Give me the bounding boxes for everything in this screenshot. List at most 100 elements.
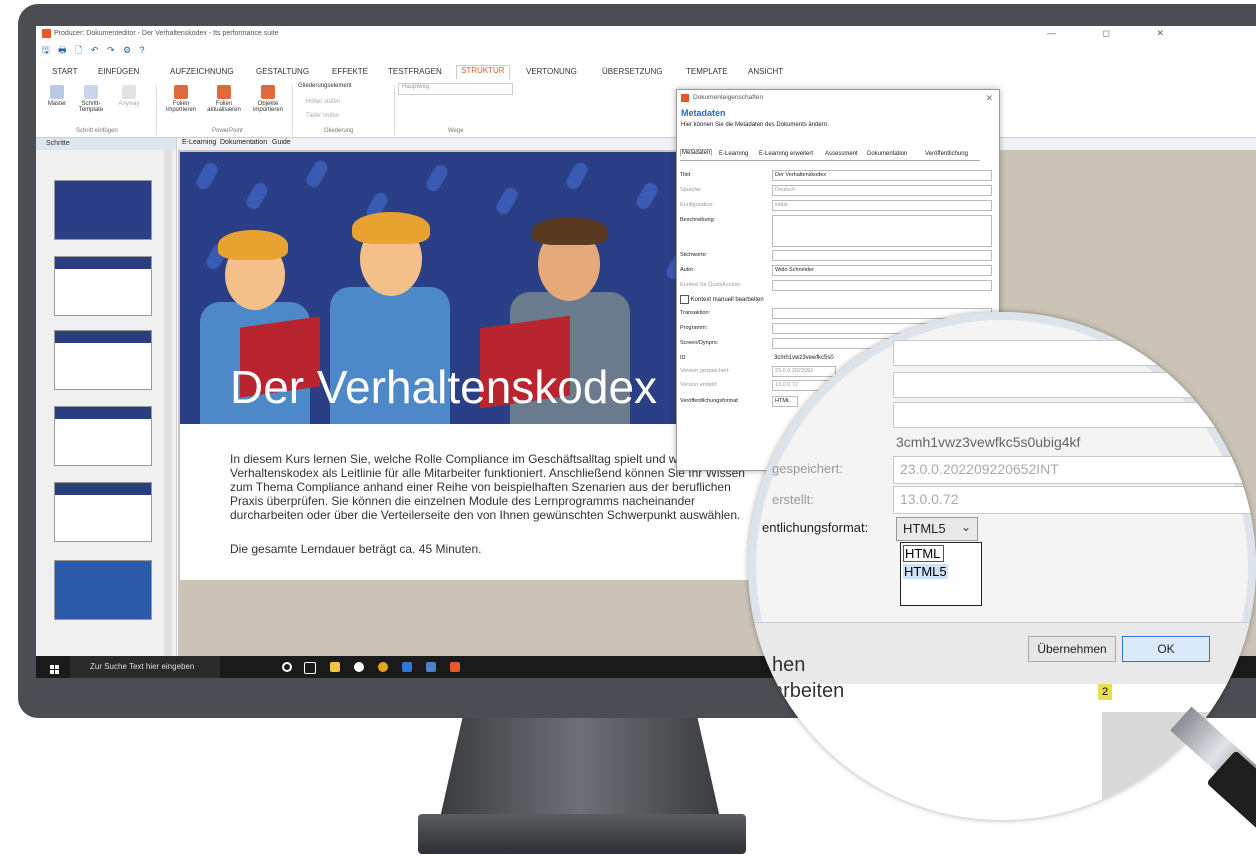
programm-label: Programm: xyxy=(680,325,708,331)
tab-effekte[interactable]: EFFEKTE xyxy=(332,67,368,76)
window-controls[interactable]: — ◻ ✕ xyxy=(1047,28,1186,39)
dialog-tabs: Metadaten E-Learning E-Learning erweiter… xyxy=(680,149,980,161)
tab-metadaten[interactable]: Metadaten xyxy=(680,149,713,156)
stichworte-input[interactable] xyxy=(772,250,992,261)
cortana-icon[interactable] xyxy=(282,662,292,672)
gliederungselement-button[interactable]: Gliederungselement xyxy=(298,83,352,89)
tab-template[interactable]: TEMPLATE xyxy=(686,67,728,76)
anyway-icon xyxy=(122,85,136,99)
slide-title: Der Verhaltenskodex xyxy=(230,361,658,413)
tiefer-stufen-button[interactable]: Tiefer stufen xyxy=(306,113,339,119)
tab-vertonung[interactable]: VERTONUNG xyxy=(526,67,577,76)
steps-panel-title: Schritte xyxy=(36,138,176,150)
teams-icon[interactable] xyxy=(426,662,436,672)
konfiguration-label: Konfiguration: xyxy=(680,202,714,208)
ok-button[interactable]: OK xyxy=(1122,636,1210,662)
kontext-label: Kontext für QuickAccess: xyxy=(680,282,742,288)
kontext-input[interactable] xyxy=(772,280,992,291)
autor-input[interactable]: Wido Schneider xyxy=(772,265,992,276)
format-select[interactable]: HTML xyxy=(772,396,798,407)
format-dropdown-value: HTML5 xyxy=(903,521,946,536)
tab-start[interactable]: START xyxy=(52,67,77,76)
powerpoint-icon xyxy=(174,85,188,99)
tab-struktur[interactable]: STRUKTUR xyxy=(456,65,510,79)
windows-start-icon[interactable] xyxy=(50,662,60,674)
objekte-importieren-button[interactable]: Objekte importieren xyxy=(248,85,288,113)
chrome-icon[interactable] xyxy=(378,662,388,672)
steps-scrollbar[interactable] xyxy=(164,150,172,658)
tab-e-learning-erweitert[interactable]: E-Learning erweitert xyxy=(758,151,814,157)
format-dropdown[interactable]: HTML5 ⌄ xyxy=(896,517,978,541)
powerpoint-refresh-icon xyxy=(217,85,231,99)
tab-ansicht[interactable]: ANSICHT xyxy=(748,67,783,76)
id-value: 3cmh1vwz3vewfkc5s0 xyxy=(774,355,834,361)
ribbon: Master Schritt-Template Anyway Schritt e… xyxy=(36,79,1256,138)
app-logo-icon xyxy=(42,29,51,38)
tab-guide[interactable]: Guide xyxy=(272,139,291,146)
magnified-format-label: entlichungsformat: xyxy=(762,520,869,535)
outlook-icon[interactable] xyxy=(402,662,412,672)
step-thumbnail[interactable] xyxy=(54,256,152,316)
file-explorer-icon[interactable] xyxy=(330,662,340,672)
titel-label: Titel: xyxy=(680,172,692,178)
sprache-select[interactable]: Deutsch xyxy=(772,185,992,196)
tab-uebersetzung[interactable]: ÜBERSETZUNG xyxy=(602,67,662,76)
folien-importieren-button[interactable]: Folien importieren xyxy=(162,85,200,113)
step-thumbnail[interactable] xyxy=(54,406,152,466)
tab-dokumentation[interactable]: Dokumentation xyxy=(866,151,908,157)
magnifier-lens: 3cmh1vwz3vewfkc5s0ubig4kf gespeichert: 2… xyxy=(748,312,1256,820)
tab-e-learning[interactable]: E-Learning xyxy=(718,151,749,157)
tab-assessment[interactable]: Assessment xyxy=(824,151,859,157)
hoeher-stufen-button[interactable]: Höher stufen xyxy=(306,99,340,105)
autor-label: Autor: xyxy=(680,267,695,273)
step-thumbnail[interactable] xyxy=(54,482,152,542)
format-option-html5[interactable]: HTML5 xyxy=(903,564,948,579)
folien-aktualisieren-button[interactable]: Folien aktualisieren xyxy=(204,85,244,113)
folien-aktualisieren-label: Folien aktualisieren xyxy=(207,101,241,113)
anyway-button[interactable]: Anyway xyxy=(114,85,144,107)
tab-einfuegen[interactable]: EINFÜGEN xyxy=(98,67,139,76)
version-gespeichert-value: 23.0.0.2022092 xyxy=(772,366,836,377)
task-view-icon[interactable] xyxy=(304,662,316,674)
beschreibung-textarea[interactable] xyxy=(772,215,992,247)
dialog-subtitle: Hier können Sie die Metadaten des Dokume… xyxy=(681,122,829,128)
tab-aufzeichnung[interactable]: AUFZEICHNUNG xyxy=(170,67,234,76)
dialog-heading: Metadaten xyxy=(681,108,726,118)
objekte-importieren-label: Objekte importieren xyxy=(252,101,283,113)
step-thumbnail[interactable] xyxy=(54,180,152,240)
apply-button[interactable]: Übernehmen xyxy=(1028,636,1116,662)
schritt-template-button[interactable]: Schritt-Template xyxy=(74,85,108,113)
tab-testfragen[interactable]: TESTFRAGEN xyxy=(388,67,442,76)
quick-access-toolbar[interactable]: 🖫 🖶 🗋 ↶ ↷ ⚙ ? xyxy=(42,43,148,59)
tab-e-learning[interactable]: E-Learning xyxy=(182,139,216,146)
taskbar-search[interactable]: Zur Suche Text hier eingeben xyxy=(70,656,220,678)
tab-dokumentation[interactable]: Dokumentation xyxy=(220,139,267,146)
magnified-erstellt-field: 13.0.0.72 xyxy=(893,486,1256,514)
titel-input[interactable]: Der Verhaltenskodex xyxy=(772,170,992,181)
dialog-title: Dokumenteigenschaften xyxy=(693,94,764,101)
step-thumbnail[interactable] xyxy=(54,560,152,620)
objects-icon xyxy=(261,85,275,99)
window-title: Producer: Dokumenteditor - Der Verhalten… xyxy=(54,30,279,37)
format-dropdown-list: HTML HTML5 xyxy=(900,542,982,606)
producer-icon[interactable] xyxy=(450,662,460,672)
kontext-checkbox[interactable] xyxy=(680,295,689,304)
row-kontext-checkbox: Kontext manuell bearbeiten xyxy=(680,295,764,305)
browser-icon[interactable] xyxy=(354,662,364,672)
hauptweg-select[interactable]: Hauptweg xyxy=(398,83,513,95)
magnified-gespeichert-value: 23.0.0.202209220652INT xyxy=(900,461,1059,477)
app-logo-icon xyxy=(681,94,689,102)
folien-importieren-label: Folien importieren xyxy=(165,101,196,113)
step-thumbnail[interactable] xyxy=(54,330,152,390)
tab-gestaltung[interactable]: GESTALTUNG xyxy=(256,67,309,76)
group-gliederung: Gliederung xyxy=(324,128,354,134)
id-label: ID xyxy=(680,355,686,361)
magnified-input xyxy=(893,402,1256,428)
kontext-checkbox-label: Kontext manuell bearbeiten xyxy=(690,297,764,304)
steps-panel: Schritte xyxy=(36,138,177,658)
tab-veroeffentlichung[interactable]: Veröffentlichung xyxy=(924,151,969,157)
konfiguration-input[interactable]: initial xyxy=(772,200,992,211)
format-option-html[interactable]: HTML xyxy=(903,545,944,562)
close-icon[interactable]: ✕ xyxy=(985,90,993,106)
master-button[interactable]: Master xyxy=(42,85,72,107)
